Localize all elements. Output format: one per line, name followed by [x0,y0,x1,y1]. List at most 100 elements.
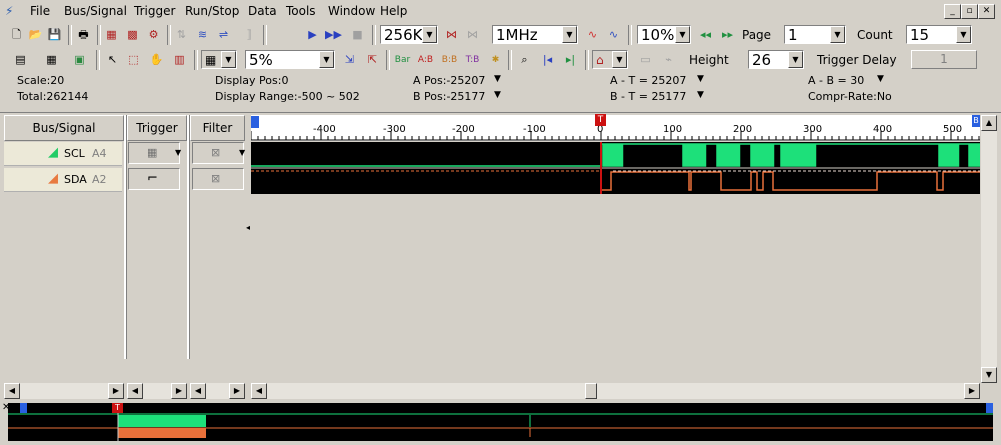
menu-file[interactable]: File [30,4,50,18]
trigger-header[interactable]: Trigger [127,115,187,141]
home-select[interactable]: ⌂ ▼ [592,50,628,69]
scroll-down-icon[interactable]: ▼ [981,367,997,383]
scroll-right-icon[interactable]: ▶ [964,383,980,399]
overview-strip[interactable]: T [8,403,993,441]
menu-bus-signal[interactable]: Bus/Signal [64,4,127,18]
waveform-hscrollbar[interactable]: ◀ ▶ [251,383,980,399]
waveform-area[interactable]: -400 -300 -200 -100 0 100 200 300 400 50… [251,114,980,383]
sample-rate-select[interactable]: 1MHz ▼ [492,25,578,44]
height-select[interactable]: 26 ▼ [748,50,804,69]
chevron-down-icon[interactable]: ▼ [562,26,577,43]
new-icon[interactable]: 🗋 [7,26,26,44]
menu-help[interactable]: Help [380,4,407,18]
trigger-marker-flag[interactable]: T [595,114,606,126]
scroll-left-icon[interactable]: ◀ [4,383,20,399]
save-icon[interactable]: 💾 [45,26,64,44]
time-ruler[interactable]: -400 -300 -200 -100 0 100 200 300 400 50… [251,114,980,141]
scroll-right-icon[interactable]: ▶ [108,383,124,399]
overview-a-marker[interactable] [20,403,27,413]
scroll-left-icon[interactable]: ◀ [127,383,143,399]
a-pos-dropdown-icon[interactable]: ▼ [494,74,501,84]
a-marker-flag[interactable] [251,116,259,128]
overview-trigger-marker[interactable]: T [112,403,123,413]
search-icon[interactable]: ⌕ [515,51,534,69]
collapse-arrow-icon[interactable]: ◂ [246,223,250,232]
b-minus-t-dropdown-icon[interactable]: ▼ [697,90,704,100]
menu-tools[interactable]: Tools [286,4,316,18]
signal-row-scl[interactable]: ◢ SCL A4 [4,142,122,166]
chevron-down-icon[interactable]: ▼ [319,51,334,68]
select-icon[interactable]: ▩ [123,26,142,44]
menu-data[interactable]: Data [248,4,277,18]
view-grid-icon[interactable]: ▦ [42,51,61,69]
signal-row-sda[interactable]: ◢ SDA A2 [4,168,122,192]
export-icon[interactable]: ⟧ [240,26,259,44]
hand-icon[interactable]: ✋ [147,51,166,69]
run-icon[interactable]: ▶ [303,26,322,44]
prev-page-icon[interactable]: ◂◂ [696,26,715,44]
minimize-button[interactable]: _ [944,4,961,19]
trigger-cell-sda[interactable]: ⌐ [128,168,180,190]
marker-icon[interactable]: ⋈ [442,26,461,44]
clock-blue-icon[interactable]: ∿ [604,26,623,44]
jump-start-icon[interactable]: |◂ [538,51,557,69]
chevron-down-icon[interactable]: ▼ [175,148,181,157]
trigger-percent-select[interactable]: 10% ▼ [637,25,691,44]
trigger-cell-scl[interactable]: ▦ ▼ [128,142,181,164]
pointer-icon[interactable]: ↖ [103,51,122,69]
filter-cell-scl[interactable]: ⊠ ▼ [192,142,245,164]
bar-all-icon[interactable]: ✱ [486,51,505,69]
bus-icon[interactable]: ⇅ [172,26,191,44]
zoom-out-icon[interactable]: ⇱ [363,51,382,69]
zoom-select[interactable]: 5% ▼ [245,50,335,69]
menu-trigger[interactable]: Trigger [134,4,175,18]
scroll-right-icon[interactable]: ▶ [171,383,187,399]
a-minus-t-dropdown-icon[interactable]: ▼ [697,74,704,84]
bus-signal-header[interactable]: Bus/Signal [4,115,124,141]
sample-depth-select[interactable]: 256K ▼ [380,25,438,44]
zoom-mode-select[interactable]: ▦ ▼ [201,50,237,69]
bus-trigger-icon[interactable]: ≋ [193,26,212,44]
scroll-left-icon[interactable]: ◀ [190,383,206,399]
scroll-up-icon[interactable]: ▲ [981,115,997,131]
chevron-down-icon[interactable]: ▼ [830,26,845,43]
bus-decode-icon[interactable]: ⇌ [214,26,233,44]
bar-a-icon[interactable]: A:B [416,51,435,69]
b-marker-flag[interactable]: B [972,115,980,127]
chevron-down-icon[interactable]: ▼ [422,26,437,43]
scroll-left-icon[interactable]: ◀ [251,383,267,399]
close-button[interactable]: ✕ [978,4,995,19]
run-repeat-icon[interactable]: ▶▶ [324,26,343,44]
page-select[interactable]: 1 ▼ [784,25,846,44]
trigger-delay-input[interactable]: 1 [911,50,977,69]
restore-button[interactable]: ▫ [961,4,978,19]
stop-icon[interactable]: ■ [348,26,367,44]
scroll-right-icon[interactable]: ▶ [229,383,245,399]
filter-hscrollbar[interactable]: ◀ ▶ [190,383,245,399]
signal-hscrollbar[interactable]: ◀ ▶ [4,383,124,399]
signal-config-icon[interactable]: ⚙ [144,26,163,44]
overview-b-marker[interactable] [986,403,993,413]
chevron-down-icon[interactable]: ▼ [675,26,690,43]
b-pos-dropdown-icon[interactable]: ▼ [494,90,501,100]
bar-b-icon[interactable]: B:B [440,51,459,69]
filter-cell-sda[interactable]: ⊠ [192,168,244,190]
measure-icon[interactable]: ▥ [170,51,189,69]
chevron-down-icon[interactable]: ▼ [612,51,627,68]
vertical-scrollbar[interactable]: ▲ ▼ [981,115,997,383]
panel-separator[interactable] [187,115,190,359]
menu-window[interactable]: Window [328,4,375,18]
chevron-down-icon[interactable]: ▼ [239,148,245,157]
chevron-down-icon[interactable]: ▼ [221,51,236,68]
bar-t-icon[interactable]: T:B [463,51,482,69]
clock-red-icon[interactable]: ∿ [583,26,602,44]
view-3d-icon[interactable]: ▣ [70,51,89,69]
count-select[interactable]: 15 ▼ [906,25,972,44]
scroll-thumb[interactable] [585,383,597,399]
menu-run-stop[interactable]: Run/Stop [185,4,239,18]
a-minus-b-dropdown-icon[interactable]: ▼ [877,74,884,84]
zoom-in-icon[interactable]: ⇲ [340,51,359,69]
setup-icon[interactable]: ▦ [102,26,121,44]
view-list-icon[interactable]: ▤ [11,51,30,69]
chevron-down-icon[interactable]: ▼ [956,26,971,43]
